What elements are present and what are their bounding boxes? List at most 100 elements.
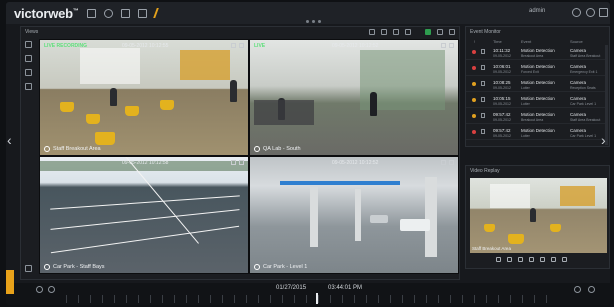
snapshot-icon[interactable] [231, 160, 236, 165]
event-source: Camera [570, 128, 587, 133]
event-time: 10:08:25 [493, 80, 511, 85]
replay-camera-label: Staff Breakout Area [472, 246, 511, 251]
list-icon[interactable] [25, 69, 32, 76]
step-forward-icon[interactable] [540, 257, 545, 262]
event-date: 09-05-2012 [493, 70, 511, 74]
timeline-settings-icon[interactable] [588, 286, 595, 293]
event-date: 09-05-2012 [493, 118, 511, 122]
camera-icon [44, 146, 50, 152]
pause-icon[interactable] [529, 257, 534, 262]
next-arrow-icon[interactable]: › [601, 132, 606, 148]
event-type: Motion Detection [521, 112, 555, 117]
severity-dot [472, 66, 476, 70]
info-icon[interactable] [572, 8, 581, 17]
timeline-scale[interactable] [66, 295, 556, 303]
user-name[interactable]: admin [529, 8, 545, 14]
flag-icon[interactable] [481, 97, 485, 102]
step-back-icon[interactable] [507, 257, 512, 262]
event-source-name: Reception Seats [570, 86, 596, 90]
add-icon[interactable] [25, 41, 32, 48]
zoom-in-icon[interactable] [48, 286, 55, 293]
severity-dot [472, 98, 476, 102]
replay-video[interactable] [470, 178, 607, 253]
snapshot-icon[interactable] [441, 43, 446, 48]
tools-icon[interactable] [120, 8, 130, 18]
close-tile-icon[interactable] [239, 160, 244, 165]
flag-icon[interactable] [481, 81, 485, 86]
event-source-name: Staff Area Breakout [570, 54, 601, 58]
timeline-cursor[interactable] [316, 293, 318, 304]
camera-tile-car-park-staff[interactable]: 09-05-2012 10:12:58 Car Park - Staff Bay… [39, 156, 249, 274]
close-tile-icon[interactable] [449, 43, 454, 48]
fast-forward-icon[interactable] [551, 257, 556, 262]
fullscreen-icon[interactable] [599, 8, 608, 17]
refresh-icon[interactable] [381, 29, 387, 35]
event-row[interactable]: 09:57:42 09-05-2012 Motion Detection Breako… [466, 109, 606, 124]
event-source-name: Staff Area Breakout [570, 118, 601, 122]
live-badge: LIVE [254, 43, 266, 49]
tag-icon[interactable] [25, 83, 32, 90]
event-type: Motion Detection [521, 96, 555, 101]
page-dots[interactable] [306, 20, 321, 23]
snapshot-icon[interactable] [231, 43, 236, 48]
event-date: 09-05-2012 [493, 54, 511, 58]
flag-icon[interactable] [481, 65, 485, 70]
tile-timestamp: 09-05-2012 10:12:55 [122, 43, 169, 49]
play-icon[interactable] [518, 257, 523, 262]
flag-icon[interactable] [481, 113, 485, 118]
edit-icon[interactable] [405, 29, 411, 35]
camera-tile-qa-lab[interactable]: LIVE 09-05-2012 10:12:52 QA Lab - South [249, 39, 459, 156]
timeline-date[interactable]: 01/27/2015 [276, 285, 306, 291]
event-time: 09:57:42 [493, 128, 511, 133]
video-replay-title: Video Replay [470, 168, 500, 174]
grid-icon[interactable] [86, 8, 96, 18]
event-date: 09-05-2012 [493, 134, 511, 138]
camera-tile-staff-breakout[interactable]: LIVE RECORDING 09-05-2012 10:12:55 Staff… [39, 39, 249, 156]
views-panel: Views LIVE RECORDING 09-05-2012 10:12:55… [20, 26, 460, 280]
tile-label: Car Park - Level 1 [254, 264, 307, 270]
collapse-icon[interactable] [25, 265, 32, 272]
camera-tile-car-park-level1[interactable]: 09-05-2012 10:12:52 Car Park - Level 1 [249, 156, 459, 274]
alarm-icon[interactable] [36, 286, 43, 293]
close-view-icon[interactable] [449, 29, 455, 35]
layout-icon[interactable] [25, 55, 32, 62]
event-scrollbar[interactable] [605, 45, 608, 145]
event-row[interactable]: 09:57:42 09-05-2012 Motion Detection Loiter… [466, 125, 606, 140]
event-source: Camera [570, 64, 587, 69]
event-time: 10:11:32 [493, 48, 511, 53]
severity-dot [472, 114, 476, 118]
severity-dot [472, 130, 476, 134]
zoom-out-icon[interactable] [574, 286, 581, 293]
event-row[interactable]: 10:06:01 09-05-2012 Motion Detection Forced… [466, 61, 606, 76]
document-icon[interactable] [137, 8, 147, 18]
layout-2x2-icon[interactable] [425, 29, 431, 35]
settings-icon[interactable] [586, 8, 595, 17]
close-tile-icon[interactable] [239, 43, 244, 48]
event-detail: Loiter [521, 86, 530, 90]
severity-dot [472, 82, 476, 86]
layout-single-icon[interactable] [437, 29, 443, 35]
flag-icon[interactable] [481, 49, 485, 54]
event-source: Camera [570, 96, 587, 101]
snapshot-icon[interactable] [441, 160, 446, 165]
timeline-bar[interactable]: 01/27/2015 03:44:01 PM [6, 283, 610, 305]
flag-icon[interactable] [481, 129, 485, 134]
add-view-icon[interactable] [369, 29, 375, 35]
event-source: Camera [570, 80, 587, 85]
prev-arrow-icon[interactable]: ‹ [7, 132, 12, 148]
event-monitor-title: Event Monitor [470, 29, 501, 35]
event-row[interactable]: 10:08:25 09-05-2012 Motion Detection Loiter… [466, 77, 606, 92]
brand-slash-icon [152, 8, 159, 18]
live-recording-badge: LIVE RECORDING [44, 43, 88, 49]
event-row[interactable]: 10:05:15 09-05-2012 Motion Detection Loiter… [466, 93, 606, 108]
event-type: Motion Detection [521, 64, 555, 69]
export-icon[interactable] [562, 257, 567, 262]
search-icon[interactable] [103, 8, 113, 18]
event-row[interactable]: 10:11:32 09-05-2012 Motion Detection Breako… [466, 45, 606, 60]
close-tile-icon[interactable] [449, 160, 454, 165]
tile-label: Car Park - Staff Bays [44, 264, 105, 270]
rewind-icon[interactable] [496, 257, 501, 262]
side-tab[interactable] [6, 270, 14, 294]
save-view-icon[interactable] [393, 29, 399, 35]
timeline-time[interactable]: 03:44:01 PM [328, 285, 362, 291]
